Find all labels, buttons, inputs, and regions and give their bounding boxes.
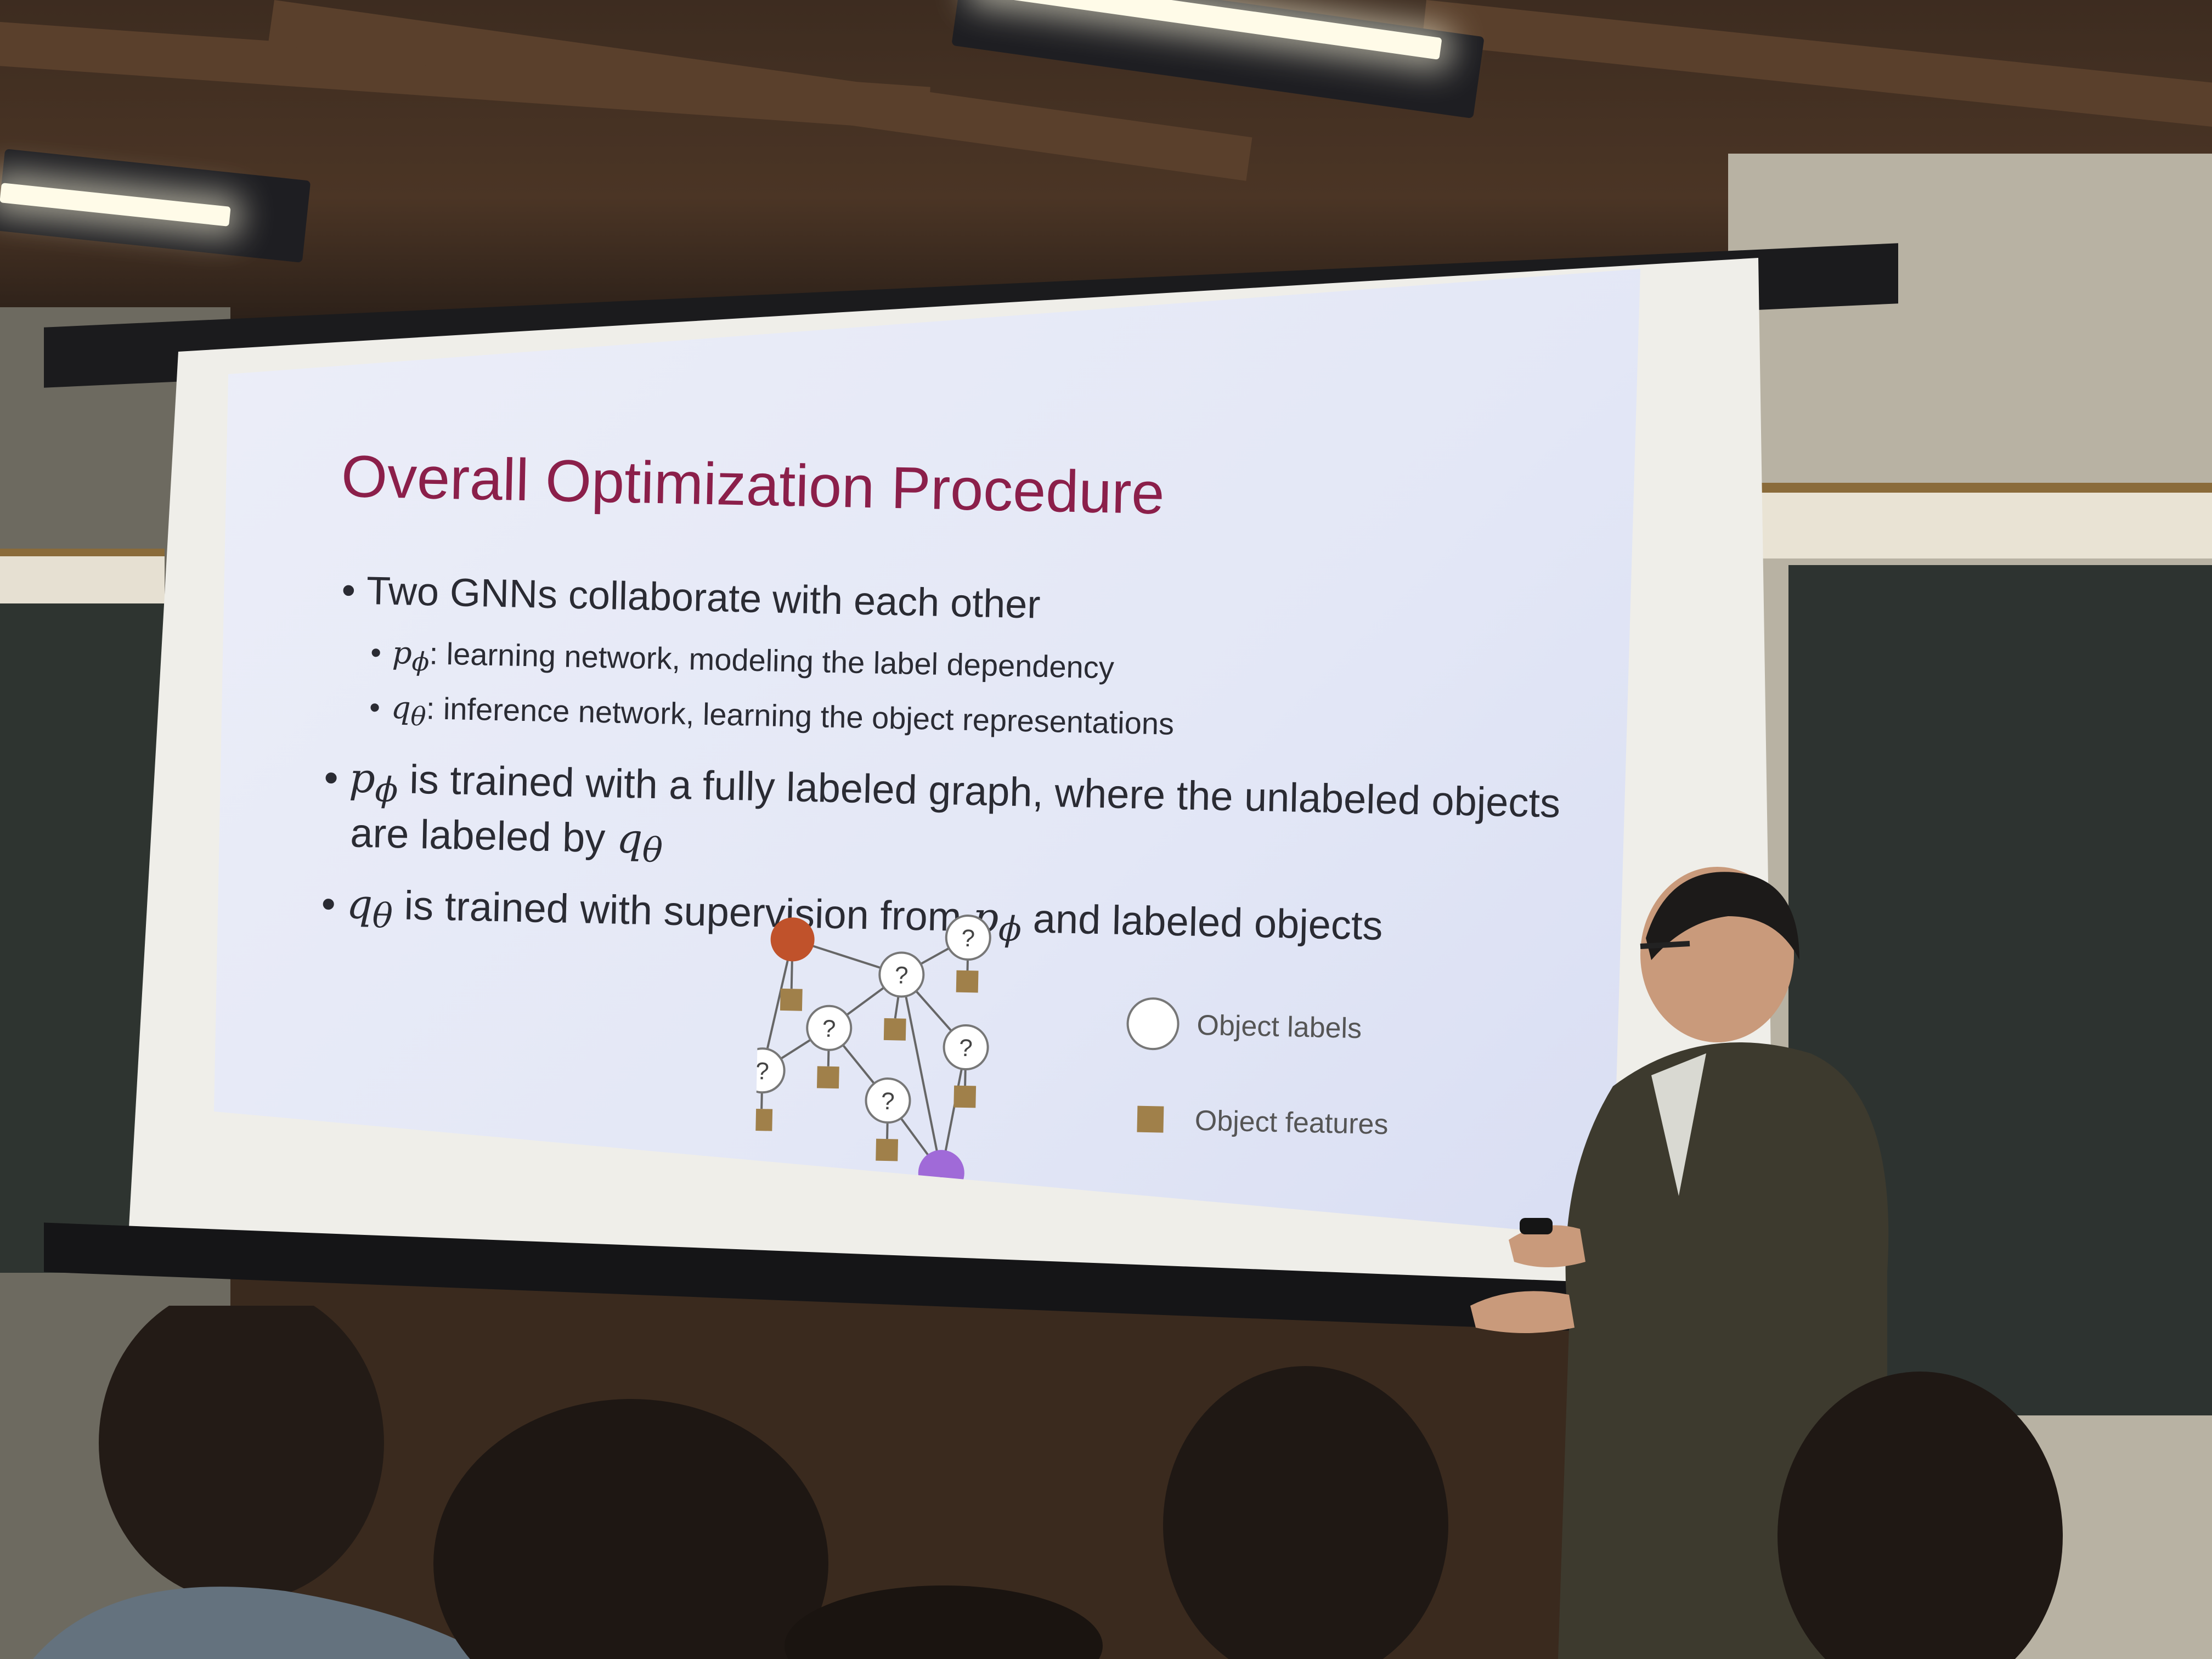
legend-feature-icon xyxy=(1137,1105,1164,1133)
feature-square xyxy=(780,988,803,1011)
legend-label-icon xyxy=(1126,997,1180,1051)
feature-square xyxy=(883,1018,906,1041)
bullet-p-phi-trained-line2: are labeled by qθ xyxy=(349,810,663,871)
feature-square xyxy=(816,1066,839,1089)
legend-object-features: Object features xyxy=(1194,1105,1389,1141)
feature-square xyxy=(953,1085,977,1108)
audience-head xyxy=(1163,1366,1448,1659)
unknown-node-label: ? xyxy=(881,1088,895,1115)
speaker-clicker xyxy=(1520,1218,1553,1234)
known-node-orange xyxy=(770,917,815,962)
feature-square xyxy=(753,1108,773,1131)
lecture-scene: Overall Optimization Procedure • Two GNNs… xyxy=(0,0,2212,1659)
audience-head xyxy=(433,1399,828,1659)
left-wall-trim xyxy=(0,549,165,611)
bullet-two-gnns: • Two GNNs collaborate with each other xyxy=(341,568,1041,627)
unknown-node-label: ? xyxy=(959,1035,973,1062)
feature-square xyxy=(956,970,979,993)
slide-title: Overall Optimization Procedure xyxy=(340,442,1165,527)
feature-square xyxy=(876,1138,899,1161)
right-wall-trim xyxy=(1756,483,2212,558)
audience-head xyxy=(1778,1372,2063,1659)
unknown-node-label: ? xyxy=(755,1058,770,1085)
bullet-p-phi: • pϕ: learning network, modeling the labe… xyxy=(370,635,1115,685)
bullet-q-theta: • qθ: inference network, learning the obj… xyxy=(369,690,1175,741)
audience xyxy=(33,1306,2063,1659)
legend-object-labels: Object labels xyxy=(1197,1009,1362,1045)
unknown-node-label: ? xyxy=(895,962,909,989)
audience-head xyxy=(99,1306,384,1602)
audience-shoulder xyxy=(33,1587,494,1659)
speaker-glasses xyxy=(1640,941,1690,949)
unknown-node-label: ? xyxy=(822,1015,836,1043)
unknown-node-label: ? xyxy=(961,925,975,952)
audience-head xyxy=(785,1585,1103,1659)
